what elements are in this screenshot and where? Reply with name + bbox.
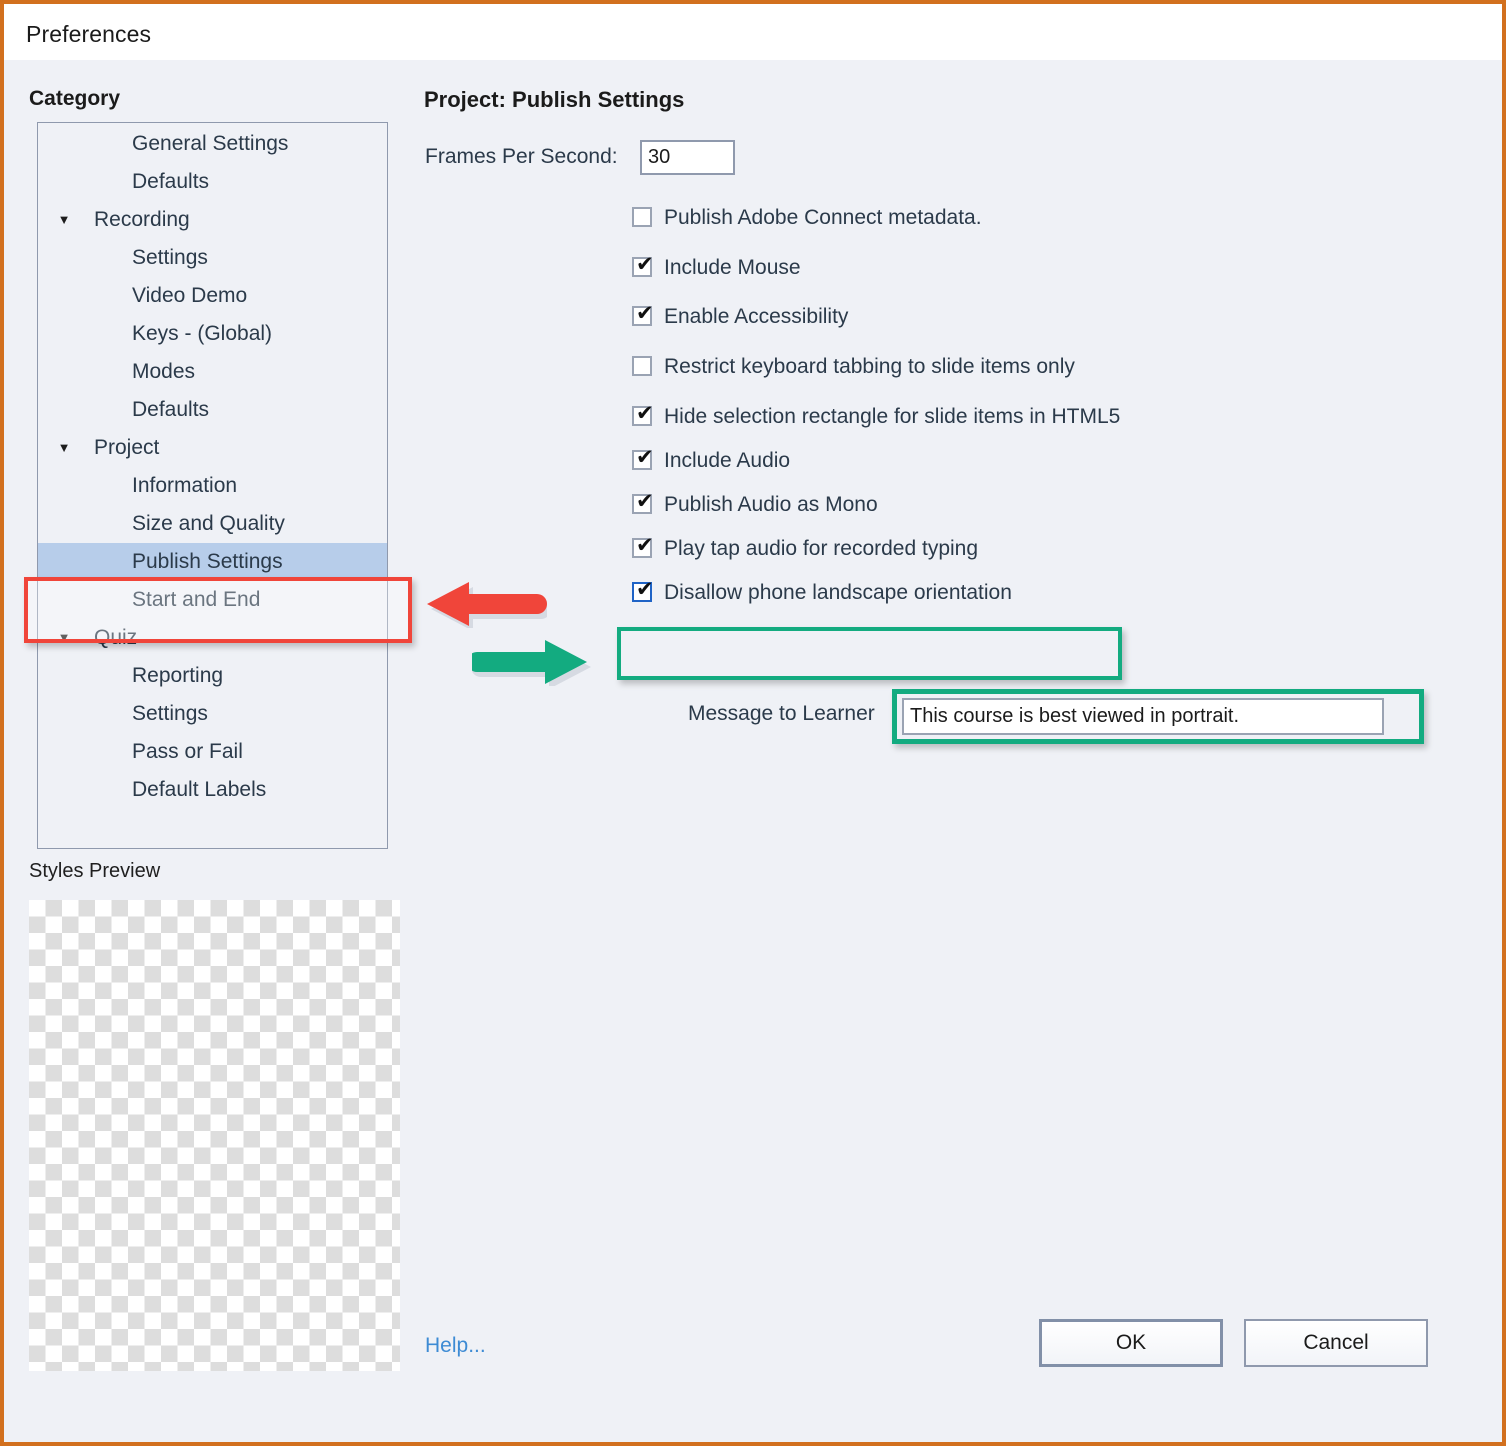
frames-per-second-label: Frames Per Second: [425, 145, 618, 168]
checkbox-label: Publish Adobe Connect metadata. [664, 206, 982, 229]
sidebar-item-settings[interactable]: Settings [38, 239, 387, 277]
sidebar-item-label: Start and End [132, 588, 261, 611]
ok-button[interactable]: OK [1039, 1319, 1223, 1367]
checkbox-disallow-phone-landscape-orientation[interactable]: ✔ [632, 577, 654, 602]
sidebar-item-label: Keys - (Global) [132, 322, 273, 345]
checkbox-label: Include Audio [664, 449, 791, 472]
chevron-down-icon[interactable]: ▼ [53, 619, 75, 657]
checkbox-label: Include Mouse [664, 256, 801, 279]
checkbox-play-tap-audio-for-recorded-typing[interactable]: ✔ [632, 533, 654, 558]
sidebar-item-label: Settings [132, 702, 208, 725]
sidebar-item-label: Default Labels [132, 778, 267, 801]
chevron-down-icon[interactable]: ▼ [53, 201, 75, 239]
sidebar-item-label: Recording [94, 208, 190, 231]
styles-preview-canvas [29, 900, 400, 1371]
red-arrow-left-icon [422, 580, 551, 633]
checkbox-publish-audio-as-mono[interactable]: ✔ [632, 489, 654, 514]
sidebar-item-start-and-end[interactable]: Start and End [38, 581, 387, 619]
check-icon: ✔ [636, 401, 654, 425]
sidebar-item-label: Information [132, 474, 238, 497]
sidebar-item-general-settings[interactable]: General Settings [38, 125, 387, 163]
frames-per-second-input[interactable] [640, 140, 735, 175]
chevron-down-icon[interactable]: ▼ [53, 429, 75, 467]
sidebar-item-label: Settings [132, 246, 208, 269]
sidebar-item-label: Video Demo [132, 284, 248, 307]
sidebar-item-label: Pass or Fail [132, 740, 243, 763]
sidebar-item-settings[interactable]: Settings [38, 695, 387, 733]
checkbox-label: Publish Audio as Mono [664, 493, 878, 516]
checkbox-restrict-keyboard-tabbing-to-slide-items-only[interactable] [632, 356, 652, 376]
checkbox-include-mouse[interactable]: ✔ [632, 252, 654, 277]
checkbox-label: Enable Accessibility [664, 305, 849, 328]
checkbox-include-audio[interactable]: ✔ [632, 445, 654, 470]
window-title: Preferences [26, 21, 152, 47]
sidebar-item-label: Defaults [132, 398, 210, 421]
sidebar-item-label: Reporting [132, 664, 224, 687]
message-to-learner-label: Message to Learner [688, 702, 875, 725]
checkbox-hide-selection-rectangle-for-slide-items-in-html5[interactable]: ✔ [632, 401, 654, 426]
sidebar-item-label: General Settings [132, 132, 289, 155]
check-icon: ✔ [636, 445, 654, 469]
checkbox-label: Play tap audio for recorded typing [664, 537, 979, 560]
page-title: Project: Publish Settings [424, 87, 685, 112]
window-title-bar: Preferences [4, 4, 1502, 60]
sidebar-item-label: Quiz [94, 626, 138, 649]
checkbox-label: Restrict keyboard tabbing to slide items… [664, 355, 1075, 378]
sidebar-item-project[interactable]: ▼ Project [38, 429, 387, 467]
sidebar-item-label: Publish Settings [132, 550, 283, 573]
help-link[interactable]: Help... [425, 1334, 486, 1358]
checkbox-publish-adobe-connect-metadata[interactable] [632, 207, 652, 227]
category-tree-panel[interactable]: General Settings Defaults ▼ Recording Settin… [37, 122, 388, 849]
sidebar-item-label: Defaults [132, 170, 210, 193]
checkbox-label: Disallow phone landscape orientation [664, 581, 1012, 604]
sidebar-item-size-and-quality[interactable]: Size and Quality [38, 505, 387, 543]
sidebar-item-label: Size and Quality [132, 512, 285, 535]
check-icon: ✔ [636, 533, 654, 557]
sidebar-item-label: Project [94, 436, 160, 459]
green-arrow-right-icon [467, 638, 597, 691]
sidebar-item-video-demo[interactable]: Video Demo [38, 277, 387, 315]
sidebar-item-information[interactable]: Information [38, 467, 387, 505]
sidebar-item-pass-or-fail[interactable]: Pass or Fail [38, 733, 387, 771]
sidebar-item-keys-global[interactable]: Keys - (Global) [38, 315, 387, 353]
sidebar-item-default-labels[interactable]: Default Labels [38, 771, 387, 809]
category-heading: Category [29, 87, 121, 110]
checkbox-enable-accessibility[interactable]: ✔ [632, 301, 654, 326]
dialog-content: Category General Settings Defaults ▼ Record… [4, 60, 1502, 1442]
cancel-button[interactable]: Cancel [1244, 1319, 1428, 1367]
message-to-learner-input[interactable] [902, 698, 1384, 735]
check-icon: ✔ [636, 301, 654, 325]
sidebar-item-publish-settings[interactable]: Publish Settings [38, 543, 387, 581]
sidebar-item-quiz[interactable]: ▼ Quiz [38, 619, 387, 657]
highlight-rect-disallow-landscape [617, 627, 1122, 680]
check-icon: ✔ [636, 489, 654, 513]
check-icon: ✔ [636, 252, 654, 276]
sidebar-item-recording[interactable]: ▼ Recording [38, 201, 387, 239]
styles-preview-label: Styles Preview [29, 860, 161, 882]
checkbox-label: Hide selection rectangle for slide items… [664, 405, 1121, 428]
sidebar-item-reporting[interactable]: Reporting [38, 657, 387, 695]
sidebar-item-label: Modes [132, 360, 196, 383]
check-icon: ✔ [636, 577, 654, 601]
sidebar-item-modes[interactable]: Modes [38, 353, 387, 391]
sidebar-item-defaults[interactable]: Defaults [38, 391, 387, 429]
sidebar-item-defaults[interactable]: Defaults [38, 163, 387, 201]
